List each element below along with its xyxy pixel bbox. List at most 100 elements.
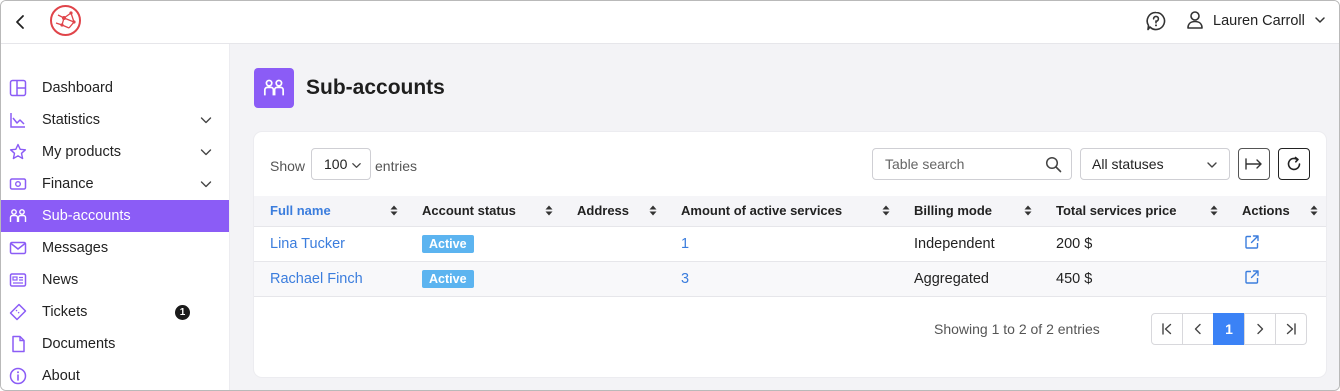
user-menu[interactable]: Lauren Carroll — [1186, 9, 1326, 33]
column-header-address[interactable]: Address — [561, 196, 665, 226]
chevron-down-icon[interactable] — [199, 145, 213, 159]
column-header-active-services[interactable]: Amount of active services — [665, 196, 898, 226]
address-cell — [561, 261, 665, 296]
external-link-icon[interactable] — [1244, 269, 1260, 285]
sidebar-item-documents[interactable]: Documents — [1, 328, 229, 360]
status-badge: Active — [422, 269, 474, 288]
dashboard-icon — [9, 79, 27, 97]
user-name: Lauren Carroll — [1213, 13, 1305, 29]
sidebar-item-label: Finance — [42, 176, 94, 192]
entries-value: 100 — [324, 156, 348, 172]
show-label: Show — [270, 158, 306, 174]
refresh-icon — [1287, 156, 1301, 171]
billing-mode-cell: Aggregated — [914, 270, 989, 287]
sort-icon[interactable] — [1210, 205, 1218, 216]
ticket-icon — [9, 303, 27, 321]
entries-per-page-select[interactable]: 100 — [311, 148, 371, 180]
sidebar-item-label: Dashboard — [42, 80, 113, 96]
main-content: Sub-accounts Show 100 entries All status… — [230, 44, 1339, 390]
search-input[interactable] — [873, 149, 1033, 179]
arrow-to-right-icon — [1245, 158, 1262, 170]
sub-accounts-table: Full name Account status Address Amount … — [254, 196, 1326, 297]
chevron-down-icon[interactable] — [199, 113, 213, 127]
sidebar-item-label: Sub-accounts — [42, 208, 131, 224]
export-button[interactable] — [1238, 148, 1270, 180]
column-header-billing-mode[interactable]: Billing mode — [898, 196, 1040, 226]
column-header-total-price[interactable]: Total services price — [1040, 196, 1226, 226]
chevron-down-icon — [1314, 13, 1326, 29]
sidebar-item-news[interactable]: News — [1, 264, 229, 296]
sidebar-item-label: Documents — [42, 336, 116, 352]
help-icon[interactable] — [1145, 10, 1167, 32]
table-header-row: Full name Account status Address Amount … — [254, 196, 1326, 226]
sort-icon[interactable] — [649, 205, 657, 216]
chevron-down-icon — [352, 163, 361, 168]
first-page-icon — [1162, 323, 1172, 335]
previous-page-button[interactable] — [1182, 313, 1214, 345]
tickets-count-badge: 1 — [175, 305, 190, 320]
active-services-link[interactable]: 3 — [681, 271, 689, 287]
table-row: Lina Tucker Active 1 Independent 200 $ — [254, 226, 1326, 261]
money-icon — [9, 175, 27, 193]
status-filter-select[interactable]: All statuses — [1080, 148, 1230, 180]
envelope-icon — [9, 239, 27, 257]
entries-label: entries — [375, 158, 418, 174]
address-cell — [561, 226, 665, 261]
sidebar-item-statistics[interactable]: Statistics — [1, 104, 229, 136]
pagination-info: Showing 1 to 2 of 2 entries — [934, 321, 1100, 337]
users-icon — [254, 68, 294, 108]
sidebar-item-label: Statistics — [42, 112, 101, 128]
sidebar-item-label: Messages — [42, 240, 109, 256]
sidebar: Dashboard Statistics My products Finance… — [1, 44, 230, 390]
first-page-button[interactable] — [1151, 313, 1183, 345]
sidebar-item-sub-accounts[interactable]: Sub-accounts — [1, 200, 229, 232]
billing-mode-cell: Independent — [914, 235, 995, 252]
column-header-account-status[interactable]: Account status — [406, 196, 561, 226]
sidebar-item-finance[interactable]: Finance — [1, 168, 229, 200]
sidebar-item-messages[interactable]: Messages — [1, 232, 229, 264]
chevron-down-icon[interactable] — [199, 177, 213, 191]
chart-icon — [9, 111, 27, 129]
sort-icon[interactable] — [882, 205, 890, 216]
sidebar-item-my-products[interactable]: My products — [1, 136, 229, 168]
chevron-down-icon — [1207, 162, 1217, 168]
external-link-icon[interactable] — [1244, 234, 1260, 250]
top-bar: Lauren Carroll — [1, 1, 1339, 44]
full-name-link[interactable]: Lina Tucker — [270, 236, 345, 252]
sidebar-item-label: My products — [42, 144, 121, 160]
status-badge: Active — [422, 234, 474, 253]
info-icon — [9, 367, 27, 385]
chevron-right-icon — [1257, 323, 1264, 335]
back-arrow-icon[interactable] — [11, 12, 31, 32]
status-filter-value: All statuses — [1092, 156, 1164, 172]
sort-icon[interactable] — [390, 205, 398, 216]
sidebar-item-tickets[interactable]: Tickets 1 — [1, 296, 229, 328]
document-icon — [9, 335, 27, 353]
last-page-button[interactable] — [1275, 313, 1307, 345]
sidebar-item-dashboard[interactable]: Dashboard — [1, 72, 229, 104]
refresh-button[interactable] — [1278, 148, 1310, 180]
active-services-link[interactable]: 1 — [681, 236, 689, 252]
sort-icon[interactable] — [1024, 205, 1032, 216]
sort-icon[interactable] — [1310, 205, 1318, 216]
page-button-current[interactable]: 1 — [1213, 313, 1245, 345]
sidebar-item-label: Tickets — [42, 304, 88, 320]
total-price-cell: 450 $ — [1056, 270, 1093, 287]
table-search — [872, 148, 1072, 180]
page-title: Sub-accounts — [306, 76, 445, 99]
search-icon[interactable] — [1045, 156, 1062, 176]
next-page-button[interactable] — [1244, 313, 1276, 345]
page-header: Sub-accounts — [254, 68, 445, 108]
sort-icon[interactable] — [545, 205, 553, 216]
app-window: Lauren Carroll Dashboard Statistics My p… — [0, 0, 1340, 391]
full-name-link[interactable]: Rachael Finch — [270, 271, 363, 287]
column-header-actions[interactable]: Actions — [1226, 196, 1326, 226]
total-price-cell: 200 $ — [1056, 235, 1093, 252]
column-header-full-name[interactable]: Full name — [254, 196, 406, 226]
logo[interactable] — [49, 4, 82, 37]
table-toolbar: Show 100 entries All statuses — [254, 132, 1326, 196]
users-icon — [9, 207, 27, 225]
user-icon — [1186, 10, 1204, 33]
star-icon — [9, 143, 27, 161]
sidebar-item-about[interactable]: About — [1, 360, 229, 390]
